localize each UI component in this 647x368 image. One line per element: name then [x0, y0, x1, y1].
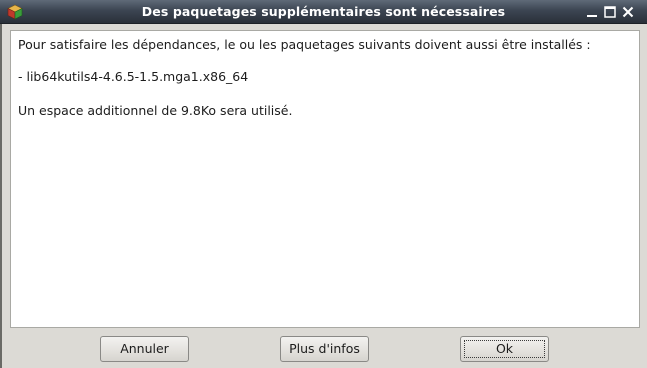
ok-button-label: Ok — [495, 341, 514, 356]
additional-space-message: Un espace additionnel de 9.8Ko sera util… — [18, 103, 293, 118]
title-bar[interactable]: Des paquetages supplémentaires sont néce… — [0, 0, 647, 24]
more-info-button[interactable]: Plus d'infos — [280, 336, 369, 362]
ok-button[interactable]: Ok — [460, 336, 549, 362]
cancel-button[interactable]: Annuler — [100, 336, 189, 362]
close-icon[interactable] — [620, 4, 636, 20]
minimize-icon[interactable] — [584, 4, 600, 20]
window-border — [0, 24, 2, 368]
message-panel: Pour satisfaire les dépendances, le ou l… — [10, 30, 640, 328]
window-title: Des paquetages supplémentaires sont néce… — [141, 4, 506, 19]
dialog-window: Des paquetages supplémentaires sont néce… — [0, 0, 647, 368]
package-list-item: - lib64kutils4-4.6.5-1.5.mga1.x86_64 — [18, 69, 249, 84]
maximize-icon[interactable] — [602, 4, 618, 20]
dependency-message: Pour satisfaire les dépendances, le ou l… — [18, 37, 591, 52]
